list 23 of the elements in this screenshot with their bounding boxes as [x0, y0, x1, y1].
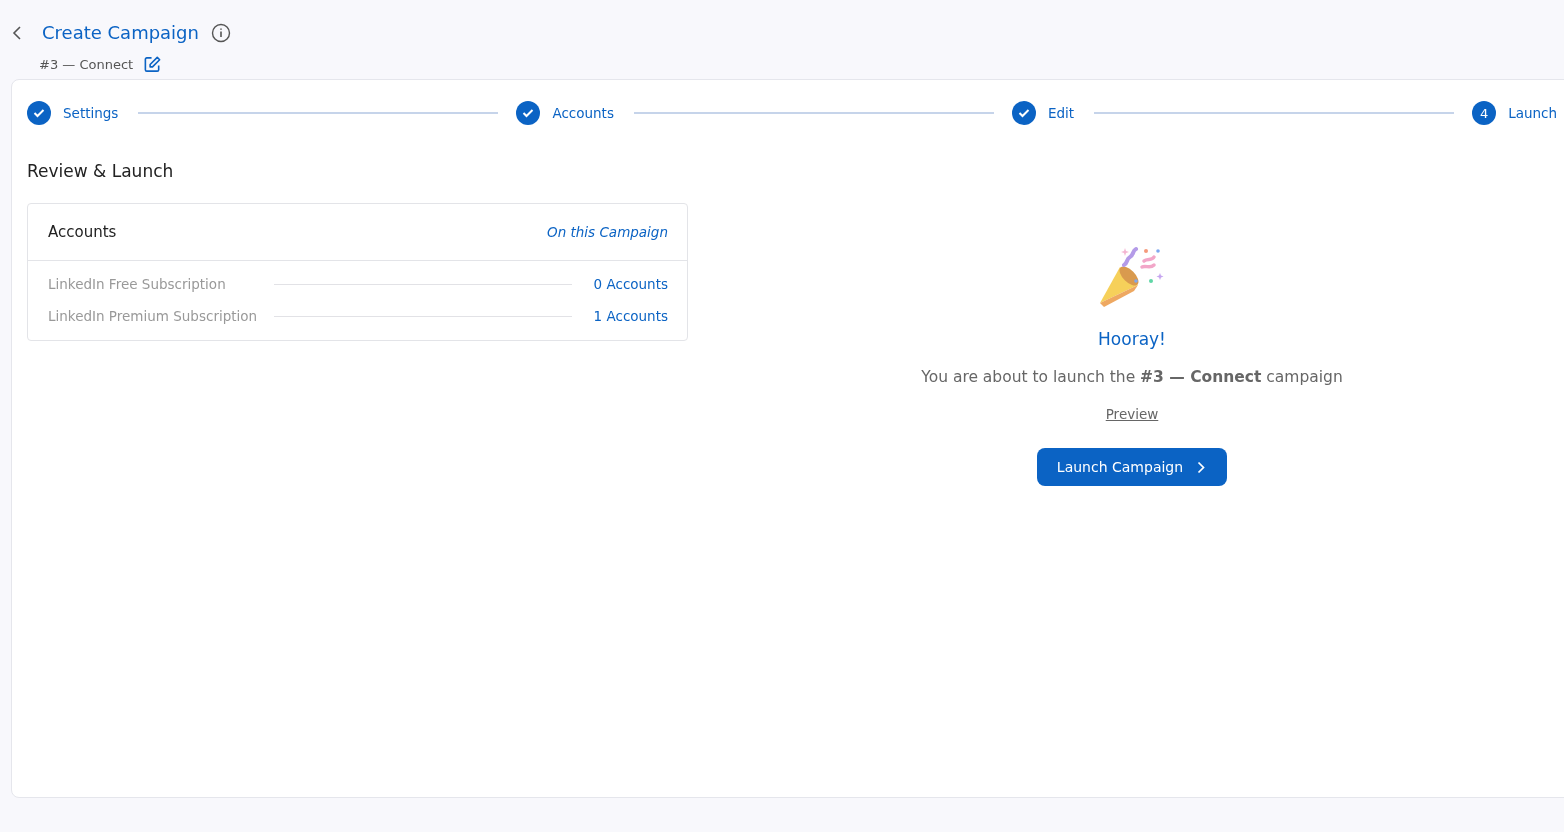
preview-link[interactable]: Preview — [1105, 406, 1159, 422]
card-title: Accounts — [48, 223, 117, 241]
account-count: 0 Accounts — [593, 276, 668, 292]
step-label[interactable]: Accounts — [552, 105, 614, 121]
section-title: Review & Launch — [27, 161, 175, 181]
launch-message: You are about to launch the #3 — Connect campaign — [921, 368, 1343, 386]
party-popper-drawing — [1098, 245, 1166, 309]
hooray-heading: Hooray! — [1098, 329, 1166, 349]
step-label[interactable]: Settings — [63, 105, 119, 121]
account-count: 1 Accounts — [593, 308, 668, 324]
step-label[interactable]: Launch — [1508, 105, 1557, 121]
campaign-name: #3 — Connect — [39, 57, 134, 72]
page-title: Create Campaign — [42, 22, 199, 43]
card-subtitle: On this Campaign — [547, 224, 668, 240]
chevron-right-icon — [1197, 460, 1206, 474]
back-icon[interactable] — [12, 24, 22, 41]
subscription-label: LinkedIn Premium Subscription — [48, 308, 259, 324]
edit-icon[interactable] — [143, 55, 163, 74]
info-icon[interactable] — [210, 22, 231, 43]
subscription-label: LinkedIn Free Subscription — [48, 276, 227, 292]
step-label[interactable]: Edit — [1047, 105, 1075, 121]
launch-campaign-button[interactable]: Launch Campaign — [1036, 448, 1228, 486]
step-number: 4 — [1472, 101, 1497, 125]
